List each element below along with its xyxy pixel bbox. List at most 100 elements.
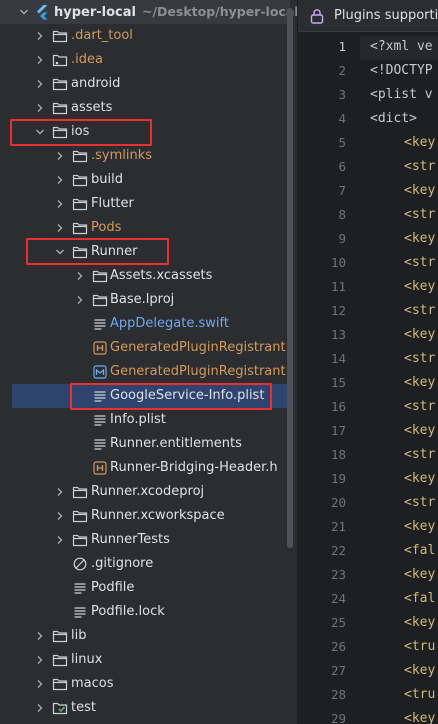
tree-item-dart-tool[interactable]: .dart_tool — [0, 24, 290, 48]
chevron-down-icon[interactable] — [34, 126, 46, 138]
chevron-down-icon[interactable] — [18, 6, 30, 18]
chevron-right-icon[interactable] — [54, 486, 66, 498]
tree-item-pods[interactable]: Pods — [0, 216, 290, 240]
code-line[interactable]: <str — [404, 443, 435, 467]
tree-item-assets[interactable]: assets — [0, 96, 290, 120]
tree-item-googleservice-info-plist[interactable]: GoogleService-Info.plist — [12, 384, 290, 408]
code-line[interactable]: <fal — [404, 539, 435, 563]
code-line[interactable]: <key — [404, 515, 435, 539]
tree-item-runner-xcworkspace[interactable]: Runner.xcworkspace — [0, 504, 290, 528]
plugins-banner[interactable]: Plugins supporting — [298, 0, 438, 32]
tree-item-base-lproj[interactable]: Base.lproj — [0, 288, 290, 312]
editor-panel[interactable]: Plugins supporting 123456789101112131415… — [298, 0, 438, 724]
line-number: 23 — [330, 567, 346, 582]
tree-scrollbar[interactable] — [287, 8, 293, 548]
tree-item-runner-bridging-header-h[interactable]: Runner-Bridging-Header.h — [0, 456, 290, 480]
code-line[interactable]: <tru — [404, 683, 435, 707]
tree-item-generatedpluginregistrant[interactable]: GeneratedPluginRegistrant. — [0, 360, 290, 384]
tree-item-lib[interactable]: lib — [0, 624, 290, 648]
line-number: 29 — [330, 711, 346, 724]
code-line[interactable]: <str — [404, 203, 435, 227]
code-line[interactable]: <key — [404, 707, 435, 724]
tree-item-macos[interactable]: macos — [0, 672, 290, 696]
tree-item-podfile-lock[interactable]: Podfile.lock — [0, 600, 290, 624]
tree-item-label: Podfile.lock — [91, 604, 165, 619]
project-tree-panel[interactable]: hyper-local ~/Desktop/hyper-local .dart_to… — [0, 0, 297, 724]
tree-item-idea[interactable]: .idea — [0, 48, 290, 72]
tree-item-android[interactable]: android — [0, 72, 290, 96]
chevron-right-icon[interactable] — [54, 174, 66, 186]
code-line[interactable]: <str — [404, 491, 435, 515]
chevron-right-icon[interactable] — [34, 54, 46, 66]
chevron-right-icon[interactable] — [34, 630, 46, 642]
tree-item-gitignore[interactable]: .gitignore — [0, 552, 290, 576]
chevron-right-icon[interactable] — [34, 702, 46, 714]
code-line[interactable]: <key — [404, 563, 435, 587]
tree-item-runner-xcodeproj[interactable]: Runner.xcodeproj — [0, 480, 290, 504]
code-line[interactable]: <str — [404, 347, 435, 371]
code-line[interactable]: <key — [404, 275, 435, 299]
code-line[interactable]: <key — [404, 611, 435, 635]
flutter-icon — [34, 4, 50, 20]
code-line[interactable]: <key — [404, 371, 435, 395]
tree-item-runner-entitlements[interactable]: Runner.entitlements — [0, 432, 290, 456]
chevron-right-icon[interactable] — [54, 534, 66, 546]
code-line[interactable]: <key — [404, 179, 435, 203]
tree-item-linux[interactable]: linux — [0, 648, 290, 672]
code-line[interactable]: <str — [404, 395, 435, 419]
tree-item-symlinks[interactable]: .symlinks — [0, 144, 290, 168]
tree-item-label: ios — [71, 124, 90, 139]
chevron-right-icon[interactable] — [54, 150, 66, 162]
line-number: 10 — [330, 255, 346, 270]
code-line[interactable]: <key — [404, 323, 435, 347]
text-file-icon — [92, 412, 108, 428]
code-line[interactable]: <!DOCTYP — [370, 59, 433, 83]
code-line[interactable]: <dict> — [370, 107, 417, 131]
code-line[interactable]: <key — [404, 467, 435, 491]
tree-item-assets-xcassets[interactable]: Assets.xcassets — [0, 264, 290, 288]
tree-item-info-plist[interactable]: Info.plist — [0, 408, 290, 432]
tree-item-podfile[interactable]: Podfile — [0, 576, 290, 600]
code-line[interactable]: <key — [404, 227, 435, 251]
chevron-right-icon[interactable] — [54, 222, 66, 234]
code-line[interactable]: <str — [404, 299, 435, 323]
tree-item-label: Pods — [91, 220, 122, 235]
code-line[interactable]: <key — [404, 131, 435, 155]
line-number: 3 — [338, 87, 346, 102]
chevron-right-icon[interactable] — [54, 510, 66, 522]
code-line[interactable]: <?xml ve — [370, 35, 433, 59]
line-number: 8 — [338, 207, 346, 222]
code-line[interactable]: <plist v — [370, 83, 433, 107]
code-line[interactable]: <str — [404, 251, 435, 275]
code-line[interactable]: <key — [404, 419, 435, 443]
tree-item-ios[interactable]: ios — [0, 120, 290, 144]
tree-item-flutter[interactable]: Flutter — [0, 192, 290, 216]
tree-item-hyper-local[interactable]: hyper-local ~/Desktop/hyper-local — [0, 0, 297, 24]
chevron-right-icon[interactable] — [74, 270, 86, 282]
chevron-right-icon[interactable] — [34, 78, 46, 90]
tree-item-runnertests[interactable]: RunnerTests — [0, 528, 290, 552]
code-line[interactable]: <key — [404, 659, 435, 683]
line-number: 1 — [338, 39, 346, 54]
line-number: 26 — [330, 639, 346, 654]
tree-item-label: .gitignore — [91, 556, 154, 571]
tree-item-appdelegate-swift[interactable]: AppDelegate.swift — [0, 312, 290, 336]
tree-item-label: GeneratedPluginRegistrant. — [110, 340, 290, 355]
chevron-right-icon[interactable] — [34, 102, 46, 114]
chevron-right-icon[interactable] — [34, 654, 46, 666]
chevron-right-icon[interactable] — [34, 30, 46, 42]
chevron-right-icon[interactable] — [34, 678, 46, 690]
chevron-right-icon[interactable] — [54, 198, 66, 210]
code-line[interactable]: <tru — [404, 635, 435, 659]
code-line[interactable]: <str — [404, 155, 435, 179]
tree-item-runner[interactable]: Runner — [0, 240, 290, 264]
tree-item-generatedpluginregistrant[interactable]: GeneratedPluginRegistrant. — [0, 336, 290, 360]
chevron-down-icon[interactable] — [54, 246, 66, 258]
code-line[interactable]: <fal — [404, 587, 435, 611]
chevron-right-icon[interactable] — [74, 294, 86, 306]
tree-item-build[interactable]: build — [0, 168, 290, 192]
tree-item-test[interactable]: test — [0, 696, 290, 720]
line-number: 19 — [330, 471, 346, 486]
folder-icon — [52, 28, 68, 44]
line-number: 5 — [338, 135, 346, 150]
